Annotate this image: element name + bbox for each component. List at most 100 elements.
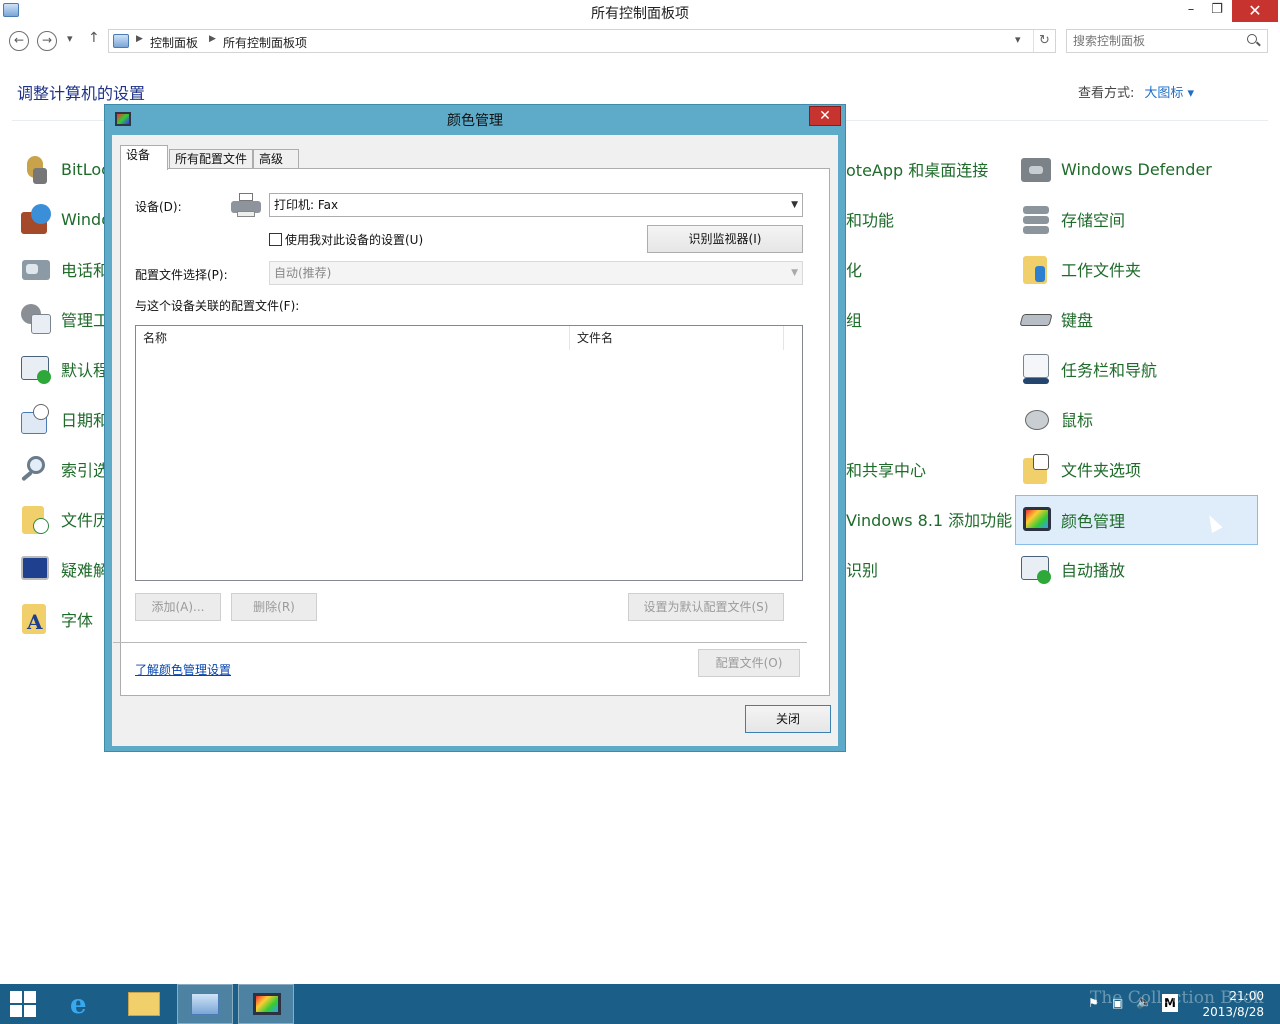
cp-item-label: 颜色管理 [1061, 512, 1126, 531]
associated-profiles-label: 与这个设备关联的配置文件(F): [135, 299, 300, 313]
magnifier-icon [19, 452, 53, 486]
dialog-close-action-button[interactable]: 关闭 [745, 705, 831, 733]
cp-item-taskbar-navigation[interactable]: 任务栏和导航 [1016, 345, 1258, 393]
cp-item-keyboard[interactable]: 键盘 [1016, 295, 1258, 343]
folder-options-icon [1019, 452, 1053, 486]
cp-item-admin-tools[interactable]: 管理工 [16, 295, 109, 343]
taskbar-internet-explorer[interactable]: e [56, 984, 112, 1024]
clock-date: 2013/8/28 [1202, 1005, 1264, 1019]
cp-item-label: 和共享中心 [846, 461, 927, 480]
tab-all-profiles[interactable]: 所有配置文件 [169, 149, 253, 169]
cp-item-programs-features[interactable]: 和功能 [846, 195, 894, 243]
fonts-icon: A [19, 602, 53, 636]
learn-color-management-link[interactable]: 了解颜色管理设置 [135, 661, 231, 678]
add-profile-button[interactable]: 添加(A)... [135, 593, 221, 621]
storage-stack-icon [1019, 202, 1053, 236]
cp-item-date-time[interactable]: 日期和 [16, 395, 109, 443]
breadcrumb-chevron-icon[interactable]: ▶ [136, 34, 143, 44]
breadcrumb-chevron-icon[interactable]: ▶ [209, 34, 216, 44]
close-button[interactable]: ✕ [1232, 0, 1278, 22]
cp-item-color-management[interactable]: 颜色管理 [1015, 495, 1258, 545]
use-my-settings-checkbox[interactable] [269, 233, 282, 246]
cp-item-add-features[interactable]: Vindows 8.1 添加功能 [846, 495, 1012, 543]
up-arrow-icon[interactable]: ↑ [88, 30, 100, 46]
profile-selection-select[interactable]: 自动(推荐) ▼ [269, 261, 803, 285]
cp-item-work-folders[interactable]: 工作文件夹 [1016, 245, 1258, 293]
identify-monitors-button[interactable]: 识别监视器(I) [647, 225, 803, 253]
refresh-icon[interactable]: ↻ [1033, 30, 1055, 52]
cp-item-fonts[interactable]: A 字体 [16, 595, 106, 643]
restore-button[interactable]: ❐ [1204, 0, 1230, 22]
cp-item-label: 鼠标 [1061, 411, 1094, 430]
remove-profile-button[interactable]: 删除(R) [231, 593, 317, 621]
address-dropdown-icon[interactable]: ▾ [1015, 33, 1021, 46]
cp-item-label: 疑难解 [61, 561, 110, 580]
column-header-filename[interactable]: 文件名 [570, 326, 784, 350]
cp-item-personalization[interactable]: 化 [846, 245, 862, 293]
profiles-button[interactable]: 配置文件(O) [698, 649, 800, 677]
start-button[interactable] [0, 984, 52, 1024]
minimize-button[interactable]: – [1178, 0, 1204, 22]
window-title: 所有控制面板项 [591, 6, 689, 22]
taskbar-control-panel[interactable] [177, 984, 233, 1024]
search-box[interactable] [1066, 29, 1268, 53]
forward-button[interactable]: → [37, 31, 57, 51]
cp-item-autoplay[interactable]: 自动播放 [1016, 545, 1258, 593]
breadcrumb-all-items[interactable]: 所有控制面板项 [223, 34, 307, 51]
search-input[interactable] [1073, 33, 1243, 49]
address-bar[interactable]: ▶ 控制面板 ▶ 所有控制面板项 ▾ ↻ [108, 29, 1056, 53]
cp-item-file-history[interactable]: 文件历 [16, 495, 110, 543]
cp-item-network-sharing[interactable]: 和共享中心 [846, 445, 926, 493]
cp-item-label: 文件历 [61, 511, 110, 530]
profiles-list[interactable]: 名称 文件名 [135, 325, 803, 581]
use-my-settings-label[interactable]: 使用我对此设备的设置(U) [285, 231, 423, 248]
device-select-value: 打印机: Fax [274, 198, 339, 212]
taskbar-color-management[interactable] [238, 984, 294, 1024]
cp-item-default-programs[interactable]: 默认程 [16, 345, 109, 393]
tab-devices[interactable]: 设备 [120, 145, 168, 170]
cp-item-label: 文件夹选项 [1061, 461, 1142, 480]
cp-item-label: 自动播放 [1061, 561, 1126, 580]
keyboard-icon [1019, 302, 1053, 336]
dialog-title: 颜色管理 [447, 113, 503, 129]
recent-locations-chevron-icon[interactable]: ▾ [67, 32, 73, 45]
column-header-name[interactable]: 名称 [136, 326, 570, 350]
cp-item-homegroup[interactable]: 组 [846, 295, 862, 343]
device-select[interactable]: 打印机: Fax ▼ [269, 193, 803, 217]
cp-item-bitlocker[interactable]: BitLoc [16, 145, 110, 193]
tab-advanced[interactable]: 高级 [253, 149, 299, 169]
back-button[interactable]: ← [9, 31, 29, 51]
cp-item-troubleshooting[interactable]: 疑难解 [16, 545, 110, 593]
title-bar: 所有控制面板项 – ❐ ✕ [0, 0, 1280, 22]
windows-logo-icon [10, 991, 36, 1017]
cp-item-folder-options[interactable]: 文件夹选项 [1016, 445, 1258, 493]
profile-selection-value: 自动(推荐) [274, 266, 332, 280]
admin-tools-icon [19, 302, 53, 336]
cp-item-windows-firewall[interactable]: Windo [16, 195, 111, 243]
cp-item-speech-recognition[interactable]: 识别 [846, 545, 878, 593]
cp-item-label: 索引选 [61, 461, 110, 480]
cp-item-label: Windows Defender [1061, 159, 1212, 179]
taskbar-file-explorer[interactable] [116, 984, 172, 1024]
clock[interactable]: 21:00 2013/8/28 [1202, 988, 1264, 1020]
cp-item-remoteapp[interactable]: oteApp 和桌面连接 [846, 145, 988, 193]
chevron-down-icon: ▼ [791, 200, 798, 210]
cp-item-phone-modem[interactable]: 电话和 [16, 245, 109, 293]
cp-item-mouse[interactable]: 鼠标 [1016, 395, 1258, 443]
troubleshooting-icon [19, 552, 53, 586]
cp-item-windows-defender[interactable]: Windows Defender [1016, 145, 1258, 193]
cp-item-label: 字体 [61, 611, 94, 630]
view-by-dropdown[interactable]: 大图标 ▾ [1144, 86, 1194, 101]
autoplay-icon [1019, 552, 1053, 586]
navigation-bar: ← → ▾ ↑ ▶ 控制面板 ▶ 所有控制面板项 ▾ ↻ [0, 26, 1280, 56]
search-icon[interactable] [1247, 34, 1257, 44]
cp-item-label: 工作文件夹 [1061, 261, 1142, 280]
breadcrumb-control-panel[interactable]: 控制面板 [150, 34, 198, 51]
cp-item-label: 识别 [846, 561, 879, 580]
cp-item-storage-spaces[interactable]: 存储空间 [1016, 195, 1258, 243]
set-default-profile-button[interactable]: 设置为默认配置文件(S) [628, 593, 784, 621]
cp-item-indexing[interactable]: 索引选 [16, 445, 110, 493]
color-monitor-icon [253, 993, 281, 1015]
dialog-close-button[interactable]: ✕ [809, 106, 841, 126]
color-monitor-icon [1019, 503, 1053, 537]
